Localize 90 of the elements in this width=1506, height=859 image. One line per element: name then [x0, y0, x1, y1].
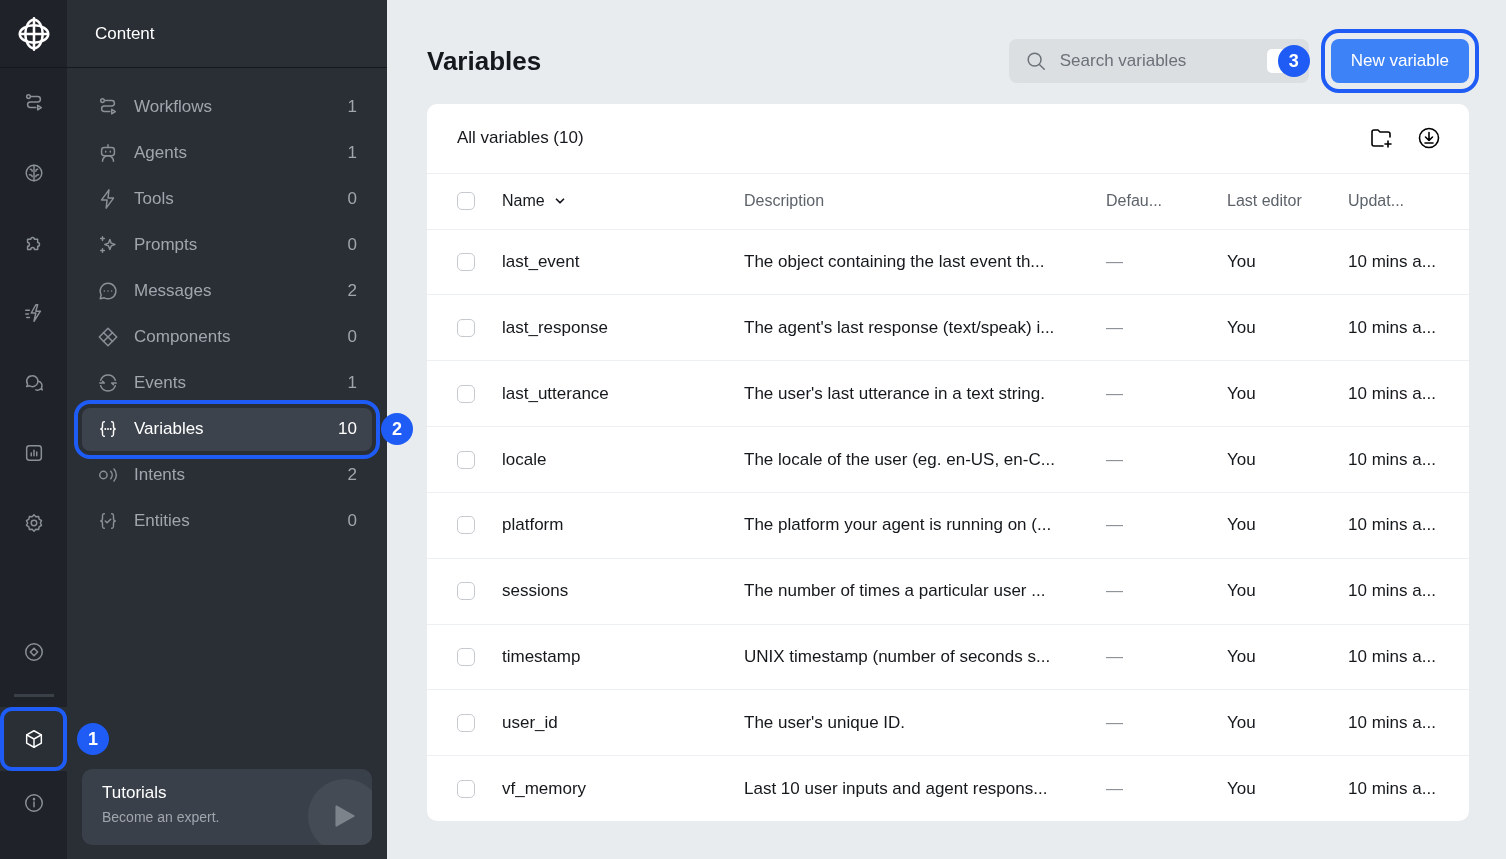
default-cell-text: — [1106, 383, 1124, 404]
tutorials-subtitle: Become an expert. [102, 809, 221, 825]
description-cell-text: The user's unique ID. [744, 712, 907, 733]
default-cell-text: — [1106, 581, 1124, 602]
new-folder-button[interactable] [1369, 126, 1393, 151]
editor-cell-text: You [1227, 581, 1257, 602]
sidebar-item[interactable]: Workflows 1 [82, 85, 372, 129]
folder-plus-icon [1369, 126, 1393, 151]
sidebar-item[interactable]: Tools 0 [82, 177, 372, 221]
editor-cell-text: You [1227, 449, 1257, 470]
default-cell-text: — [1106, 712, 1124, 733]
column-header[interactable]: Last editor [1227, 192, 1348, 211]
editor-cell-text: You [1227, 778, 1257, 799]
description-cell-text: The user's last utterance in a text string. [744, 383, 1046, 404]
variable-name: vf_memory [502, 778, 588, 799]
row-checkbox[interactable] [457, 516, 475, 535]
info-icon [22, 792, 45, 814]
sidebar-item[interactable]: Prompts 0 [82, 223, 372, 267]
updated-cell-text: 10 mins a... [1348, 449, 1437, 470]
events-icon [97, 372, 119, 394]
default-cell-text: — [1106, 778, 1124, 799]
row-checkbox[interactable] [457, 450, 475, 469]
description-cell-text: The locale of the user (eg. en-US, en-C... [744, 449, 1056, 470]
column-header[interactable]: Defau... [1106, 192, 1227, 211]
braces-icon [97, 418, 119, 440]
variable-name: last_utterance [502, 383, 610, 404]
sidebar-item[interactable]: Components 0 [82, 315, 372, 359]
description-cell-text: The number of times a particular user ... [744, 581, 1047, 602]
sidebar-item[interactable]: Messages 2 [82, 269, 372, 313]
description-cell-text: Last 10 user inputs and agent respons... [744, 778, 1049, 799]
updated-cell-text: 10 mins a... [1348, 581, 1437, 602]
default-cell-text: — [1106, 252, 1124, 273]
search-icon [1024, 50, 1047, 72]
description-cell-text: UNIX timestamp (number of seconds s... [744, 646, 1052, 667]
sidebar-item[interactable]: Entities 0 [82, 499, 372, 543]
editor-cell-text: You [1227, 515, 1257, 536]
column-header[interactable]: Updat... [1348, 192, 1469, 211]
variable-name: timestamp [502, 646, 582, 667]
editor-cell-text: You [1227, 252, 1257, 273]
updated-cell-text: 10 mins a... [1348, 383, 1437, 404]
row-checkbox[interactable] [457, 647, 475, 666]
variable-name: last_response [502, 317, 609, 338]
row-checkbox[interactable] [457, 582, 475, 601]
components-icon [97, 326, 119, 348]
select-all-checkbox[interactable] [457, 192, 475, 211]
editor-cell-text: You [1227, 712, 1257, 733]
chat-bubble-icon [97, 280, 119, 302]
variable-name: locale [502, 449, 548, 470]
variable-name: platform [502, 515, 565, 536]
description-cell-text: The agent's last response (text/speak) i... [744, 317, 1056, 338]
variable-name: last_event [502, 252, 581, 273]
updated-cell-text: 10 mins a... [1348, 646, 1437, 667]
updated-cell-text: 10 mins a... [1348, 317, 1437, 338]
editor-cell-text: You [1227, 383, 1257, 404]
sidebar-item[interactable]: Intents 2 [82, 453, 372, 497]
updated-cell-text: 10 mins a... [1348, 778, 1437, 799]
download-button[interactable] [1417, 126, 1441, 151]
default-cell-text: — [1106, 449, 1124, 470]
rail-button[interactable] [0, 707, 67, 771]
updated-cell-text: 10 mins a... [1348, 252, 1437, 273]
column-header[interactable]: Description [744, 192, 1106, 211]
updated-cell-text: 10 mins a... [1348, 515, 1437, 536]
column-header[interactable]: Name [502, 192, 545, 211]
download-icon [1417, 126, 1441, 151]
row-checkbox[interactable] [457, 384, 475, 403]
row-checkbox[interactable] [457, 253, 475, 272]
callout-badge: 2 [381, 413, 413, 445]
variable-name: sessions [502, 581, 570, 602]
tutorials-card[interactable]: Tutorials Become an expert. [82, 769, 372, 845]
editor-cell-text: You [1227, 646, 1257, 667]
sidebar-item[interactable]: Agents 1 [82, 131, 372, 175]
default-cell-text: — [1106, 317, 1124, 338]
variable-name: user_id [502, 712, 559, 733]
sparkles-icon [97, 234, 119, 256]
description-cell-text: The object containing the last event th... [744, 252, 1046, 273]
workflow-icon [97, 96, 119, 118]
updated-cell-text: 10 mins a... [1348, 712, 1437, 733]
sidebar-item[interactable]: Events 1 [82, 361, 372, 405]
table-title: All variables (10) [457, 128, 585, 149]
row-checkbox[interactable] [457, 713, 475, 732]
row-checkbox[interactable] [457, 779, 475, 798]
row-checkbox[interactable] [457, 318, 475, 337]
description-cell-text: The platform your agent is running on (... [744, 515, 1053, 536]
editor-cell-text: You [1227, 317, 1257, 338]
diamond-circle-icon [22, 641, 45, 663]
default-cell-text: — [1106, 515, 1124, 536]
page-title: Variables [427, 45, 543, 77]
check-braces-icon [97, 510, 119, 532]
default-cell-text: — [1106, 646, 1124, 667]
tutorials-title: Tutorials [102, 783, 168, 803]
